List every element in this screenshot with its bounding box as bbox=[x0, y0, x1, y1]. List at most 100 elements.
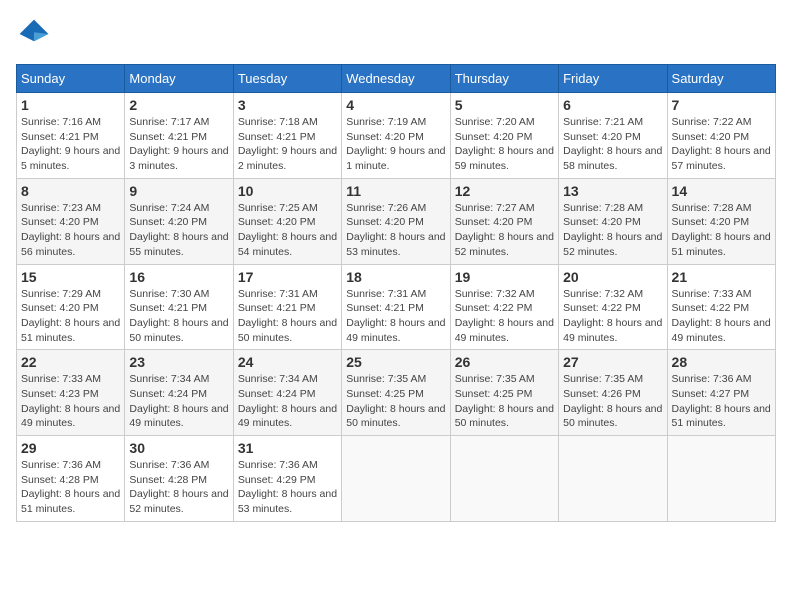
calendar-cell bbox=[342, 436, 450, 522]
calendar-week-row: 15 Sunrise: 7:29 AM Sunset: 4:20 PM Dayl… bbox=[17, 264, 776, 350]
calendar-table: SundayMondayTuesdayWednesdayThursdayFrid… bbox=[16, 64, 776, 522]
day-info: Sunrise: 7:33 AM Sunset: 4:22 PM Dayligh… bbox=[672, 287, 771, 346]
page-header bbox=[16, 16, 776, 52]
calendar-week-row: 1 Sunrise: 7:16 AM Sunset: 4:21 PM Dayli… bbox=[17, 93, 776, 179]
calendar-cell: 19 Sunrise: 7:32 AM Sunset: 4:22 PM Dayl… bbox=[450, 264, 558, 350]
day-number: 30 bbox=[129, 440, 228, 456]
day-info: Sunrise: 7:34 AM Sunset: 4:24 PM Dayligh… bbox=[238, 372, 337, 431]
calendar-cell: 15 Sunrise: 7:29 AM Sunset: 4:20 PM Dayl… bbox=[17, 264, 125, 350]
day-info: Sunrise: 7:31 AM Sunset: 4:21 PM Dayligh… bbox=[238, 287, 337, 346]
day-info: Sunrise: 7:32 AM Sunset: 4:22 PM Dayligh… bbox=[455, 287, 554, 346]
column-header-tuesday: Tuesday bbox=[233, 65, 341, 93]
calendar-cell: 22 Sunrise: 7:33 AM Sunset: 4:23 PM Dayl… bbox=[17, 350, 125, 436]
calendar-cell: 10 Sunrise: 7:25 AM Sunset: 4:20 PM Dayl… bbox=[233, 178, 341, 264]
column-header-sunday: Sunday bbox=[17, 65, 125, 93]
day-number: 17 bbox=[238, 269, 337, 285]
calendar-cell: 12 Sunrise: 7:27 AM Sunset: 4:20 PM Dayl… bbox=[450, 178, 558, 264]
day-number: 1 bbox=[21, 97, 120, 113]
day-info: Sunrise: 7:26 AM Sunset: 4:20 PM Dayligh… bbox=[346, 201, 445, 260]
day-info: Sunrise: 7:36 AM Sunset: 4:29 PM Dayligh… bbox=[238, 458, 337, 517]
column-header-thursday: Thursday bbox=[450, 65, 558, 93]
day-number: 31 bbox=[238, 440, 337, 456]
calendar-cell: 4 Sunrise: 7:19 AM Sunset: 4:20 PM Dayli… bbox=[342, 93, 450, 179]
day-number: 14 bbox=[672, 183, 771, 199]
day-number: 23 bbox=[129, 354, 228, 370]
calendar-cell: 1 Sunrise: 7:16 AM Sunset: 4:21 PM Dayli… bbox=[17, 93, 125, 179]
day-info: Sunrise: 7:27 AM Sunset: 4:20 PM Dayligh… bbox=[455, 201, 554, 260]
calendar-cell: 26 Sunrise: 7:35 AM Sunset: 4:25 PM Dayl… bbox=[450, 350, 558, 436]
calendar-cell: 16 Sunrise: 7:30 AM Sunset: 4:21 PM Dayl… bbox=[125, 264, 233, 350]
day-info: Sunrise: 7:20 AM Sunset: 4:20 PM Dayligh… bbox=[455, 115, 554, 174]
day-number: 3 bbox=[238, 97, 337, 113]
calendar-week-row: 29 Sunrise: 7:36 AM Sunset: 4:28 PM Dayl… bbox=[17, 436, 776, 522]
day-info: Sunrise: 7:35 AM Sunset: 4:26 PM Dayligh… bbox=[563, 372, 662, 431]
calendar-cell bbox=[559, 436, 667, 522]
calendar-cell: 27 Sunrise: 7:35 AM Sunset: 4:26 PM Dayl… bbox=[559, 350, 667, 436]
calendar-cell: 14 Sunrise: 7:28 AM Sunset: 4:20 PM Dayl… bbox=[667, 178, 775, 264]
day-number: 2 bbox=[129, 97, 228, 113]
calendar-cell: 28 Sunrise: 7:36 AM Sunset: 4:27 PM Dayl… bbox=[667, 350, 775, 436]
day-info: Sunrise: 7:16 AM Sunset: 4:21 PM Dayligh… bbox=[21, 115, 120, 174]
calendar-cell: 5 Sunrise: 7:20 AM Sunset: 4:20 PM Dayli… bbox=[450, 93, 558, 179]
calendar-cell: 17 Sunrise: 7:31 AM Sunset: 4:21 PM Dayl… bbox=[233, 264, 341, 350]
day-info: Sunrise: 7:35 AM Sunset: 4:25 PM Dayligh… bbox=[455, 372, 554, 431]
calendar-cell: 8 Sunrise: 7:23 AM Sunset: 4:20 PM Dayli… bbox=[17, 178, 125, 264]
day-number: 22 bbox=[21, 354, 120, 370]
day-number: 16 bbox=[129, 269, 228, 285]
calendar-cell: 7 Sunrise: 7:22 AM Sunset: 4:20 PM Dayli… bbox=[667, 93, 775, 179]
day-number: 4 bbox=[346, 97, 445, 113]
day-info: Sunrise: 7:36 AM Sunset: 4:28 PM Dayligh… bbox=[21, 458, 120, 517]
day-info: Sunrise: 7:23 AM Sunset: 4:20 PM Dayligh… bbox=[21, 201, 120, 260]
day-number: 9 bbox=[129, 183, 228, 199]
calendar-week-row: 8 Sunrise: 7:23 AM Sunset: 4:20 PM Dayli… bbox=[17, 178, 776, 264]
day-number: 28 bbox=[672, 354, 771, 370]
calendar-cell bbox=[450, 436, 558, 522]
calendar-cell: 18 Sunrise: 7:31 AM Sunset: 4:21 PM Dayl… bbox=[342, 264, 450, 350]
calendar-cell: 23 Sunrise: 7:34 AM Sunset: 4:24 PM Dayl… bbox=[125, 350, 233, 436]
day-info: Sunrise: 7:25 AM Sunset: 4:20 PM Dayligh… bbox=[238, 201, 337, 260]
day-info: Sunrise: 7:33 AM Sunset: 4:23 PM Dayligh… bbox=[21, 372, 120, 431]
day-info: Sunrise: 7:18 AM Sunset: 4:21 PM Dayligh… bbox=[238, 115, 337, 174]
calendar-cell: 6 Sunrise: 7:21 AM Sunset: 4:20 PM Dayli… bbox=[559, 93, 667, 179]
day-info: Sunrise: 7:29 AM Sunset: 4:20 PM Dayligh… bbox=[21, 287, 120, 346]
day-number: 26 bbox=[455, 354, 554, 370]
day-number: 19 bbox=[455, 269, 554, 285]
day-number: 15 bbox=[21, 269, 120, 285]
day-info: Sunrise: 7:36 AM Sunset: 4:28 PM Dayligh… bbox=[129, 458, 228, 517]
day-number: 10 bbox=[238, 183, 337, 199]
day-number: 29 bbox=[21, 440, 120, 456]
calendar-cell: 31 Sunrise: 7:36 AM Sunset: 4:29 PM Dayl… bbox=[233, 436, 341, 522]
day-number: 5 bbox=[455, 97, 554, 113]
day-info: Sunrise: 7:31 AM Sunset: 4:21 PM Dayligh… bbox=[346, 287, 445, 346]
day-info: Sunrise: 7:28 AM Sunset: 4:20 PM Dayligh… bbox=[672, 201, 771, 260]
day-number: 8 bbox=[21, 183, 120, 199]
day-number: 25 bbox=[346, 354, 445, 370]
day-number: 20 bbox=[563, 269, 662, 285]
day-info: Sunrise: 7:17 AM Sunset: 4:21 PM Dayligh… bbox=[129, 115, 228, 174]
calendar-cell: 21 Sunrise: 7:33 AM Sunset: 4:22 PM Dayl… bbox=[667, 264, 775, 350]
day-info: Sunrise: 7:36 AM Sunset: 4:27 PM Dayligh… bbox=[672, 372, 771, 431]
day-info: Sunrise: 7:22 AM Sunset: 4:20 PM Dayligh… bbox=[672, 115, 771, 174]
day-number: 18 bbox=[346, 269, 445, 285]
logo bbox=[16, 16, 58, 52]
day-info: Sunrise: 7:24 AM Sunset: 4:20 PM Dayligh… bbox=[129, 201, 228, 260]
column-header-wednesday: Wednesday bbox=[342, 65, 450, 93]
calendar-cell: 13 Sunrise: 7:28 AM Sunset: 4:20 PM Dayl… bbox=[559, 178, 667, 264]
column-header-friday: Friday bbox=[559, 65, 667, 93]
calendar-cell: 9 Sunrise: 7:24 AM Sunset: 4:20 PM Dayli… bbox=[125, 178, 233, 264]
calendar-cell: 11 Sunrise: 7:26 AM Sunset: 4:20 PM Dayl… bbox=[342, 178, 450, 264]
calendar-cell: 30 Sunrise: 7:36 AM Sunset: 4:28 PM Dayl… bbox=[125, 436, 233, 522]
calendar-header-row: SundayMondayTuesdayWednesdayThursdayFrid… bbox=[17, 65, 776, 93]
calendar-cell: 20 Sunrise: 7:32 AM Sunset: 4:22 PM Dayl… bbox=[559, 264, 667, 350]
day-info: Sunrise: 7:28 AM Sunset: 4:20 PM Dayligh… bbox=[563, 201, 662, 260]
day-info: Sunrise: 7:32 AM Sunset: 4:22 PM Dayligh… bbox=[563, 287, 662, 346]
calendar-cell: 29 Sunrise: 7:36 AM Sunset: 4:28 PM Dayl… bbox=[17, 436, 125, 522]
logo-icon bbox=[16, 16, 52, 52]
day-number: 21 bbox=[672, 269, 771, 285]
day-info: Sunrise: 7:35 AM Sunset: 4:25 PM Dayligh… bbox=[346, 372, 445, 431]
calendar-cell: 25 Sunrise: 7:35 AM Sunset: 4:25 PM Dayl… bbox=[342, 350, 450, 436]
day-number: 7 bbox=[672, 97, 771, 113]
calendar-week-row: 22 Sunrise: 7:33 AM Sunset: 4:23 PM Dayl… bbox=[17, 350, 776, 436]
calendar-cell: 24 Sunrise: 7:34 AM Sunset: 4:24 PM Dayl… bbox=[233, 350, 341, 436]
day-number: 24 bbox=[238, 354, 337, 370]
